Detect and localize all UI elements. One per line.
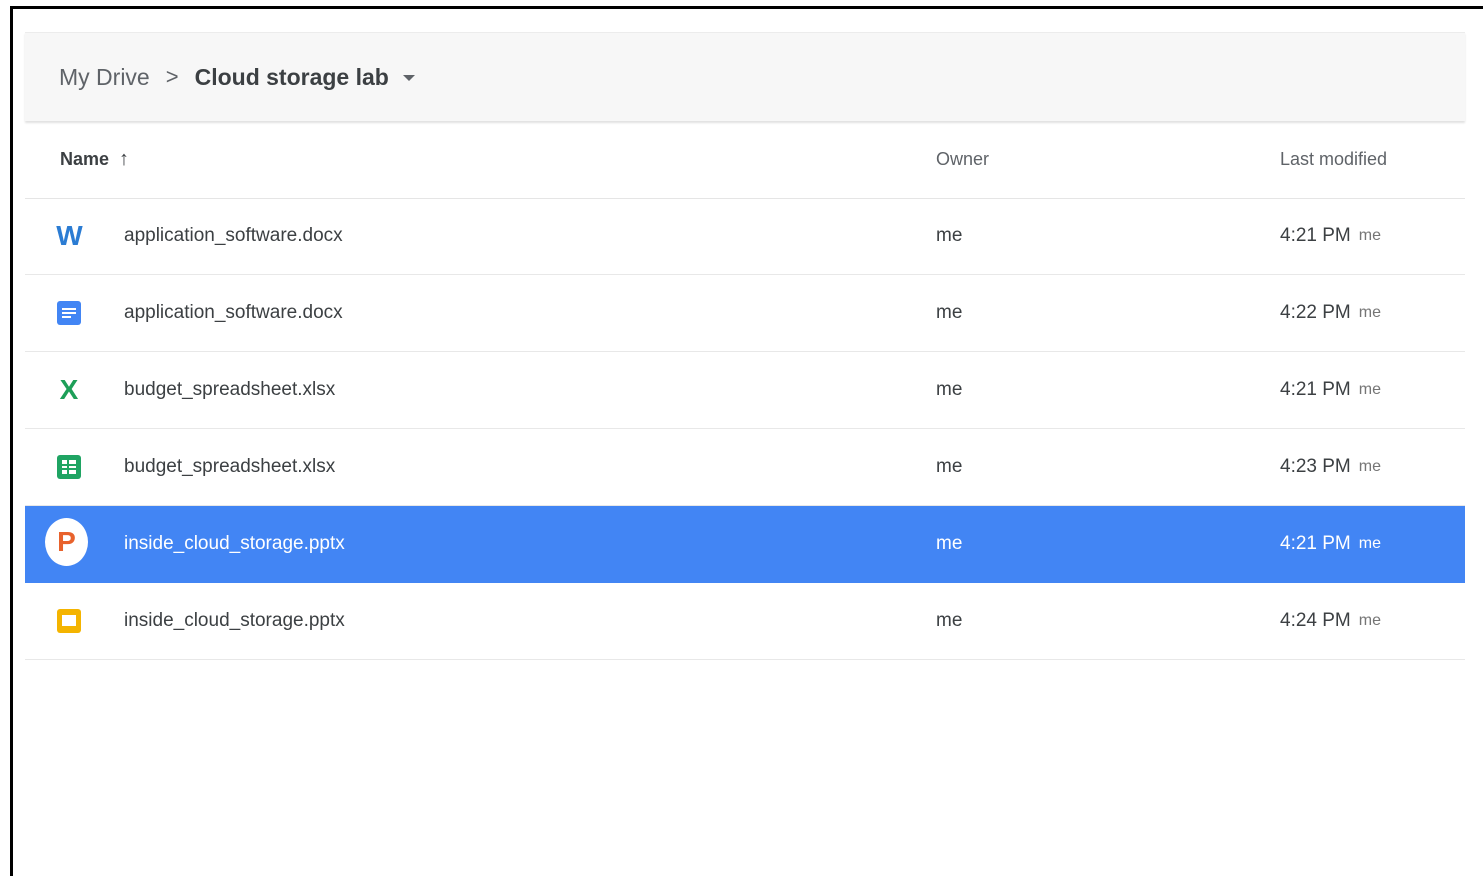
file-row[interactable]: application_software.docx me 4:22 PM me: [25, 275, 1465, 352]
modified-by: me: [1358, 304, 1381, 321]
current-folder-menu[interactable]: Cloud storage lab: [195, 64, 415, 91]
file-owner: me: [936, 225, 963, 246]
google-sheets-icon: [50, 448, 88, 486]
file-owner: me: [936, 379, 963, 400]
column-header-name-label: Name: [60, 148, 110, 169]
column-header-owner[interactable]: Owner: [936, 120, 989, 198]
file-list: W application_software.docx me 4:21 PM m…: [25, 198, 1465, 660]
modified-by: me: [1358, 458, 1381, 475]
file-name: inside_cloud_storage.pptx: [124, 610, 345, 631]
file-row[interactable]: W application_software.docx me 4:21 PM m…: [25, 198, 1465, 275]
modified-time: 4:22 PM: [1280, 302, 1351, 323]
modified-by: me: [1358, 612, 1381, 629]
column-header-name[interactable]: Name ↑: [60, 120, 129, 198]
file-last-modified: 4:21 PM me: [1280, 352, 1381, 428]
file-name: inside_cloud_storage.pptx: [124, 533, 345, 554]
file-last-modified: 4:22 PM me: [1280, 275, 1381, 351]
modified-by: me: [1358, 227, 1381, 244]
sort-ascending-icon: ↑: [119, 147, 130, 170]
file-row-selected[interactable]: P inside_cloud_storage.pptx me 4:21 PM m…: [25, 506, 1465, 583]
file-row[interactable]: budget_spreadsheet.xlsx me 4:23 PM me: [25, 429, 1465, 506]
powerpoint-icon: P: [45, 517, 88, 566]
word-icon: W: [56, 220, 82, 251]
dropdown-caret-icon: [402, 75, 415, 81]
breadcrumb: My Drive > Cloud storage lab: [59, 33, 415, 121]
current-folder-title: Cloud storage lab: [194, 63, 389, 90]
modified-time: 4:21 PM: [1280, 533, 1351, 554]
file-owner: me: [936, 456, 963, 477]
file-last-modified: 4:21 PM me: [1280, 506, 1381, 582]
file-last-modified: 4:21 PM me: [1280, 198, 1381, 274]
modified-time: 4:23 PM: [1280, 456, 1351, 477]
modified-by: me: [1358, 535, 1381, 552]
file-owner: me: [936, 302, 963, 323]
google-slides-icon: [50, 602, 88, 640]
column-header-last-modified[interactable]: Last modified: [1280, 120, 1387, 198]
file-name: budget_spreadsheet.xlsx: [124, 456, 336, 477]
excel-icon: X: [59, 374, 79, 405]
modified-time: 4:21 PM: [1280, 379, 1351, 400]
modified-time: 4:24 PM: [1280, 610, 1351, 631]
file-row[interactable]: X budget_spreadsheet.xlsx me 4:21 PM me: [25, 352, 1465, 429]
file-owner: me: [936, 533, 963, 554]
file-name: budget_spreadsheet.xlsx: [124, 379, 336, 400]
breadcrumb-separator-icon: >: [165, 64, 179, 89]
breadcrumb-bar: My Drive > Cloud storage lab: [25, 32, 1465, 121]
modified-by: me: [1358, 381, 1381, 398]
file-name: application_software.docx: [124, 225, 343, 246]
file-name: application_software.docx: [124, 302, 343, 323]
column-header-row: Name ↑ Owner Last modified: [25, 120, 1465, 199]
google-docs-icon: [50, 294, 88, 332]
file-row[interactable]: inside_cloud_storage.pptx me 4:24 PM me: [25, 583, 1465, 660]
file-last-modified: 4:23 PM me: [1280, 429, 1381, 505]
drive-file-browser: My Drive > Cloud storage lab Name ↑ Owne…: [25, 32, 1465, 876]
file-owner: me: [936, 610, 963, 631]
breadcrumb-my-drive[interactable]: My Drive: [59, 64, 150, 91]
modified-time: 4:21 PM: [1280, 225, 1351, 246]
file-last-modified: 4:24 PM me: [1280, 583, 1381, 659]
